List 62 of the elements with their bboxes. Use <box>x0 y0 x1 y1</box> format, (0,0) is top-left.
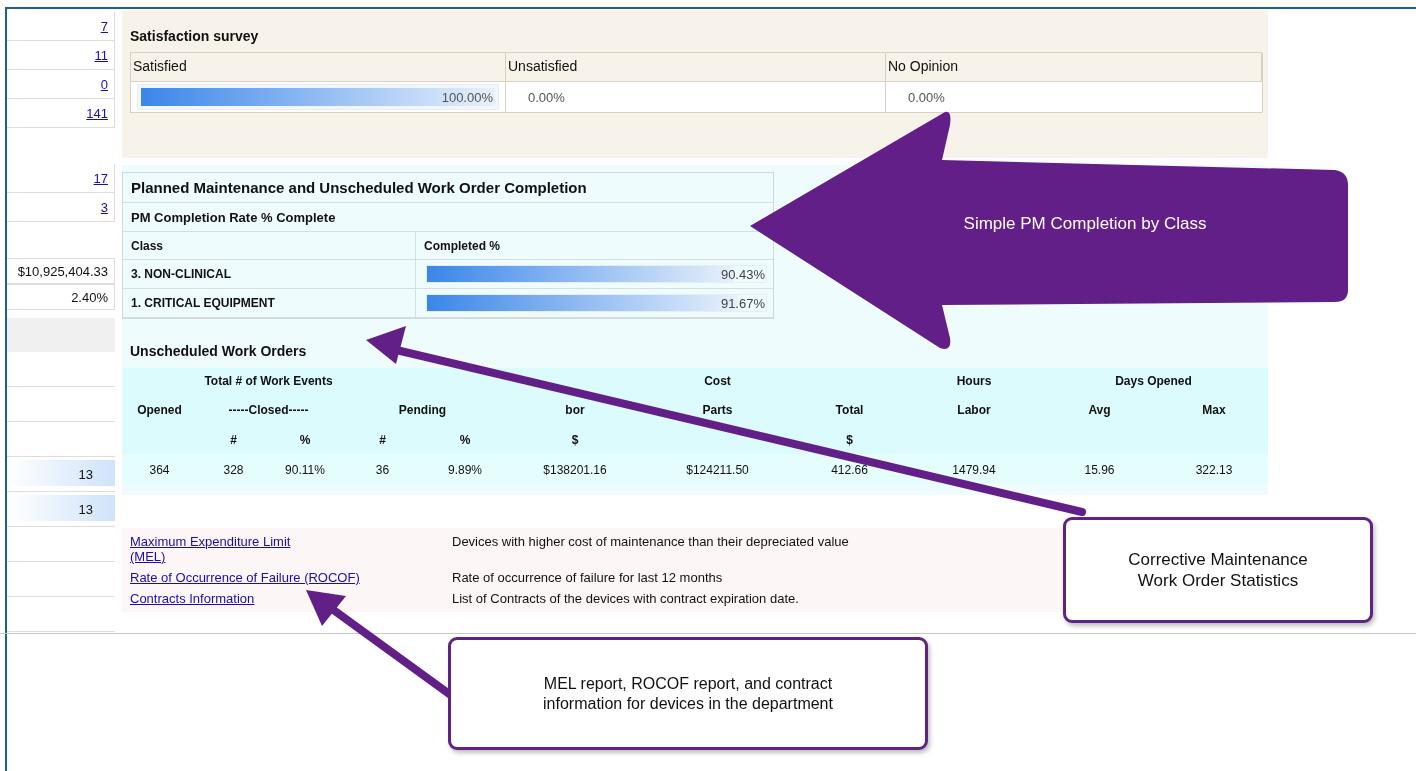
annotation-text: Simple PM Completion by Class <box>962 214 1208 234</box>
column-header: Pending <box>398 403 447 417</box>
table-cell: 412.66 <box>831 463 868 477</box>
percent-value: 90.43% <box>720 266 765 282</box>
column-header: Opened <box>137 403 182 417</box>
section-title: Unscheduled Work Orders <box>130 343 307 359</box>
report-description: List of Contracts of the devices with contract expiration date. <box>452 591 799 606</box>
column-group-header: Days Opened <box>1115 374 1192 388</box>
column-header: Parts <box>702 403 733 417</box>
class-label: 3. NON-CLINICAL <box>131 267 231 281</box>
table-cell: 9.89% <box>448 463 482 477</box>
table-cell: 90.11% <box>285 463 325 477</box>
report-link[interactable]: Maximum Expenditure Limit (MEL) <box>130 534 320 564</box>
table-cell: 328 <box>223 463 244 477</box>
column-header: Completed % <box>424 238 500 253</box>
column-group-header: Total # of Work Events <box>204 374 333 388</box>
table-cell: $124211.50 <box>686 463 749 477</box>
table-cell: 322.13 <box>1195 463 1233 477</box>
column-header: Total <box>835 403 864 417</box>
report-description: Rate of occurrence of failure for last 12 months <box>452 570 723 585</box>
table-cell: 36 <box>375 463 390 477</box>
section-title: Satisfaction survey <box>130 28 260 44</box>
column-header: Max <box>1202 403 1226 417</box>
annotation-text: MEL report, ROCOF report, and contract information for devices in the department <box>542 673 834 714</box>
percent-value: 0.00% <box>528 89 565 105</box>
unit-header: % <box>299 433 311 447</box>
class-label: 1. CRITICAL EQUIPMENT <box>131 296 275 310</box>
count-link[interactable]: 0 <box>100 76 108 92</box>
bar-value: 13 <box>78 501 93 517</box>
column-header: Avg <box>1088 403 1111 417</box>
count-link[interactable]: 7 <box>100 18 108 34</box>
summary-value: 2.40% <box>71 289 108 305</box>
bar-value: 13 <box>78 466 93 482</box>
unit-header: # <box>230 433 237 447</box>
column-header: -----Closed----- <box>228 403 309 417</box>
percent-value: 100.00% <box>441 89 493 105</box>
report-link[interactable]: Contracts Information <box>130 591 452 606</box>
unit-header: $ <box>571 433 579 447</box>
count-link[interactable]: 17 <box>93 170 108 186</box>
report-description: Devices with higher cost of maintenance than their depreciated value <box>452 534 849 551</box>
table-cell: 364 <box>149 463 170 477</box>
unit-header: % <box>459 433 471 447</box>
count-link[interactable]: 11 <box>94 47 108 63</box>
table-cell: 15.96 <box>1084 463 1115 477</box>
unit-header: # <box>379 433 386 447</box>
annotation-text: Corrective Maintenance Work Order Statistics <box>1127 548 1309 592</box>
unit-header: $ <box>846 433 853 447</box>
count-link[interactable]: 3 <box>100 199 108 215</box>
section-subtitle: PM Completion Rate % Complete <box>131 209 336 225</box>
table-cell: 1479.94 <box>952 463 996 477</box>
column-header: Labor <box>957 403 991 417</box>
percent-value: 0.00% <box>908 89 945 105</box>
report-link[interactable]: Rate of Occurrence of Failure (ROCOF) <box>130 570 452 585</box>
table-cell: $138201.16 <box>543 463 607 477</box>
column-group-header: Cost <box>704 374 731 388</box>
percent-value: 91.67% <box>720 295 765 311</box>
column-header: Class <box>131 238 164 253</box>
section-title: Planned Maintenance and Unscheduled Work Order Completion <box>131 179 587 196</box>
column-header: bor <box>565 403 585 417</box>
count-link[interactable]: 141 <box>86 105 108 121</box>
summary-value: $10,925,404.33 <box>17 263 108 279</box>
column-group-header: Hours <box>956 374 992 388</box>
